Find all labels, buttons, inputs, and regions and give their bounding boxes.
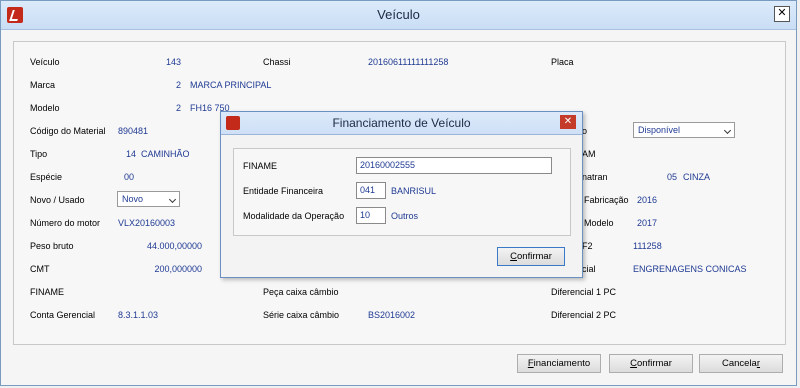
marca-value: MARCA PRINCIPAL (190, 80, 272, 90)
tipo-value: CAMINHÃO (141, 149, 190, 159)
marca-label: Marca (30, 80, 56, 90)
finame-dialog-label: FINAME (243, 161, 278, 171)
ano-modelo-value[interactable]: 2017 (637, 218, 657, 228)
modelo-label: Modelo (30, 103, 60, 113)
cancelar-accel: r (756, 358, 761, 369)
campo-f2-label: F2 (582, 241, 593, 251)
serie-caixa-cambio-value[interactable]: BS2016002 (368, 310, 415, 320)
peca-caixa-cambio-label: Peça caixa câmbio (263, 287, 339, 297)
modelo-code[interactable]: 2 (154, 103, 181, 113)
ano-fabricacao-value[interactable]: 2016 (637, 195, 657, 205)
especie-value[interactable]: 00 (124, 172, 134, 182)
conta-gerencial-label: Conta Gerencial (30, 310, 96, 320)
chevron-down-icon (723, 126, 732, 135)
finame-label: FINAME (30, 287, 65, 297)
codigo-material-value[interactable]: 890481 (118, 126, 148, 136)
financiamento-label: inanciamento (533, 358, 591, 369)
placa-label: Placa (551, 57, 574, 67)
campo-f2-value[interactable]: 111258 (633, 241, 662, 251)
vehicle-window: Veículo ✕ Veículo 143 Marca 2 MARCA PRIN… (0, 0, 797, 386)
diferencial-label: cial (582, 264, 596, 274)
modalidade-name: Outros (391, 211, 419, 221)
financiamento-button[interactable]: Financiamento (517, 354, 601, 373)
cor-denatran-label: natran (582, 172, 608, 182)
dialog-confirm-button[interactable]: Confirmar (497, 247, 565, 266)
dialog-confirmar-label: onfirmar (517, 251, 552, 262)
situacao-select[interactable]: Disponível (633, 122, 735, 138)
tipo-code[interactable]: 14 (114, 149, 136, 159)
modalidade-label: Modalidade da Operação (243, 211, 345, 221)
veiculo-label: Veículo (30, 57, 60, 67)
cancel-button[interactable]: Cancelar (699, 354, 783, 373)
finame-input[interactable]: 20160002555 (356, 157, 552, 174)
entidade-name: BANRISUL (391, 186, 437, 196)
marca-code[interactable]: 2 (154, 80, 181, 90)
confirmar-label: onfirmar (637, 358, 672, 369)
entidade-label: Entidade Financeira (243, 186, 324, 196)
cmt-value[interactable]: 200,000000 (114, 264, 202, 274)
novo-usado-value: Novo (122, 194, 144, 204)
cor-denatran-code[interactable]: 05 (654, 172, 677, 182)
diferencial-value[interactable]: ENGRENAGENS CONICAS (633, 264, 747, 274)
veiculo-value[interactable]: 143 (124, 57, 181, 67)
window-title: Veículo (377, 7, 420, 22)
close-window-button[interactable]: ✕ (774, 6, 790, 22)
financing-form-panel: FINAME 20160002555 Entidade Financeira 0… (233, 148, 571, 236)
diferencial-2pc-label: Diferencial 2 PC (551, 310, 617, 320)
situacao-value: Disponível (638, 125, 681, 135)
novo-usado-label: Novo / Usado (30, 195, 85, 205)
dialog-title-bar: Financiamento de Veículo ✕ (221, 112, 582, 135)
cor-denatran-value: CINZA (683, 172, 710, 182)
peso-bruto-value[interactable]: 44.000,00000 (114, 241, 202, 251)
diferencial-1pc-label: Diferencial 1 PC (551, 287, 617, 297)
dialog-confirmar-accel: C (510, 251, 518, 262)
dialog-title: Financiamento de Veículo (332, 116, 471, 130)
ano-fabricacao-label: Fabricação (584, 195, 629, 205)
chassi-label: Chassi (263, 57, 291, 67)
tipo-label: Tipo (30, 149, 48, 159)
confirm-button[interactable]: Confirmar (609, 354, 693, 373)
cmt-label: CMT (30, 264, 50, 274)
cancelar-label: Cancela (721, 358, 757, 369)
close-dialog-button[interactable]: ✕ (560, 115, 576, 129)
title-bar: Veículo ✕ (1, 1, 796, 30)
peso-bruto-label: Peso bruto (30, 241, 74, 251)
numero-motor-label: Número do motor (30, 218, 101, 228)
conta-gerencial-value[interactable]: 8.3.1.1.03 (118, 310, 158, 320)
numero-motor-value[interactable]: VLX20160003 (118, 218, 175, 228)
financing-dialog: Financiamento de Veículo ✕ FINAME 201600… (220, 111, 583, 278)
especie-label: Espécie (30, 172, 63, 182)
novo-usado-select[interactable]: Novo (117, 191, 180, 207)
chevron-down-icon (168, 195, 177, 204)
codigo-material-label: Código do Material (30, 126, 106, 136)
entidade-code-input[interactable]: 041 (356, 182, 386, 199)
chassi-value[interactable]: 20160611111111258 (368, 57, 448, 67)
serie-caixa-cambio-label: Série caixa câmbio (263, 310, 340, 320)
ano-modelo-label: Modelo (584, 218, 614, 228)
renavam-label: AM (582, 149, 596, 159)
modalidade-code-input[interactable]: 10 (356, 207, 386, 224)
confirmar-accel: C (630, 358, 638, 369)
